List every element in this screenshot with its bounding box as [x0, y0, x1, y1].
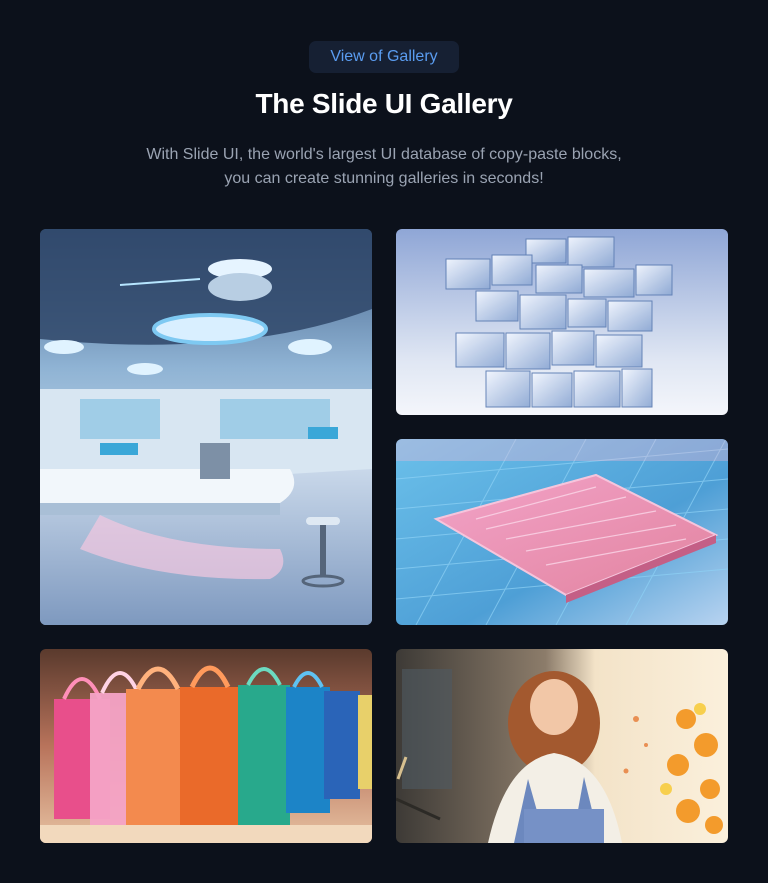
- microchip-photo-icon: [396, 439, 728, 625]
- woman-painting-photo-icon: [396, 649, 728, 843]
- laboratory-photo-icon: [40, 229, 372, 625]
- page-subtitle: With Slide UI, the world's largest UI da…: [104, 143, 664, 191]
- shopping-bags-photo-icon: [40, 649, 372, 843]
- gallery-image-shopping-bags[interactable]: [40, 649, 372, 843]
- glass-cubes-photo-icon: [396, 229, 728, 415]
- gallery-image-glass-cubes[interactable]: [396, 229, 728, 415]
- gallery-image-woman-painting[interactable]: [396, 649, 728, 843]
- gallery-image-microchip[interactable]: [396, 439, 728, 625]
- subtitle-line-2: you can create stunning galleries in sec…: [224, 170, 544, 187]
- gallery-image-laboratory[interactable]: [40, 229, 372, 625]
- view-gallery-badge[interactable]: View of Gallery: [309, 41, 459, 73]
- page-title: The Slide UI Gallery: [255, 88, 513, 119]
- subtitle-line-1: With Slide UI, the world's largest UI da…: [146, 146, 622, 163]
